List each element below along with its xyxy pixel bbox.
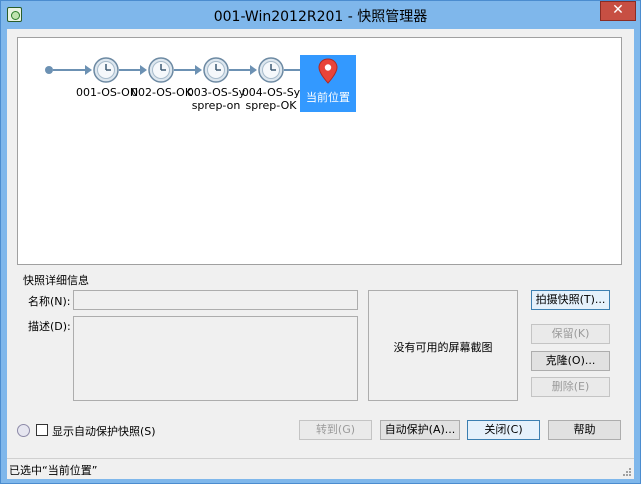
resize-grip-icon[interactable]	[622, 467, 632, 477]
clock-icon[interactable]	[202, 56, 230, 84]
snapshot-name-line1: 002-OS-OK	[131, 86, 193, 99]
close-window-button[interactable]: ✕	[600, 1, 636, 21]
snapshot-label[interactable]: 001-OS-ON	[76, 86, 139, 99]
goto-button[interactable]: 转到(G)	[299, 420, 372, 440]
help-button[interactable]: 帮助	[548, 420, 621, 440]
snapshot-name-line1: 001-OS-ON	[76, 86, 139, 99]
snapshot-label[interactable]: 002-OS-OK	[131, 86, 193, 99]
snapshot-manager-window: 001-Win2012R201 - 快照管理器 ✕ 001-OS-ON 002-…	[0, 0, 641, 484]
screenshot-preview: 没有可用的屏幕截图	[368, 290, 518, 401]
autoprotect-button[interactable]: 自动保护(A)...	[380, 420, 460, 440]
snapshot-tree[interactable]: 001-OS-ON 002-OS-OK 003-OS-Sy sprep-on 0…	[17, 37, 622, 265]
show-autoprotect-label[interactable]: 显示自动保护快照(S)	[52, 423, 156, 439]
map-pin-icon	[318, 58, 338, 84]
delete-button[interactable]: 删除(E)	[531, 377, 610, 397]
description-label: 描述(D):	[28, 320, 71, 333]
details-section-title: 快照详细信息	[23, 274, 89, 287]
keep-button[interactable]: 保留(K)	[531, 324, 610, 344]
window-title: 001-Win2012R201 - 快照管理器	[213, 9, 428, 25]
snapshot-label[interactable]: 003-OS-Sy sprep-on	[186, 86, 246, 112]
no-screenshot-text: 没有可用的屏幕截图	[393, 341, 493, 354]
back-arrow-icon[interactable]	[17, 424, 30, 437]
show-autoprotect-checkbox[interactable]	[36, 424, 48, 436]
clock-icon[interactable]	[147, 56, 175, 84]
description-field[interactable]	[73, 316, 358, 401]
snapshot-label[interactable]: 004-OS-Sy sprep-OK	[241, 86, 301, 112]
current-position-node[interactable]: 当前位置	[300, 55, 356, 112]
root-node-icon	[45, 66, 53, 74]
current-position-label: 当前位置	[306, 91, 350, 104]
name-field[interactable]	[73, 290, 358, 310]
clock-icon[interactable]	[92, 56, 120, 84]
take-snapshot-button[interactable]: 拍摄快照(T)...	[531, 290, 610, 310]
status-text: 已选中“当前位置”	[9, 464, 98, 477]
snapshot-name-line1: 004-OS-Sy	[241, 86, 301, 99]
client-area: 001-OS-ON 002-OS-OK 003-OS-Sy sprep-on 0…	[7, 29, 634, 479]
snapshot-name-line2: sprep-on	[191, 99, 241, 112]
snapshot-name-line2: sprep-OK	[245, 99, 297, 112]
title-bar[interactable]: 001-Win2012R201 - 快照管理器 ✕	[1, 1, 640, 29]
close-button[interactable]: 关闭(C)	[467, 420, 540, 440]
clone-button[interactable]: 克隆(O)...	[531, 351, 610, 371]
status-bar: 已选中“当前位置”	[7, 458, 634, 479]
clock-icon[interactable]	[257, 56, 285, 84]
name-label: 名称(N):	[28, 295, 71, 308]
snapshot-name-line1: 003-OS-Sy	[186, 86, 246, 99]
